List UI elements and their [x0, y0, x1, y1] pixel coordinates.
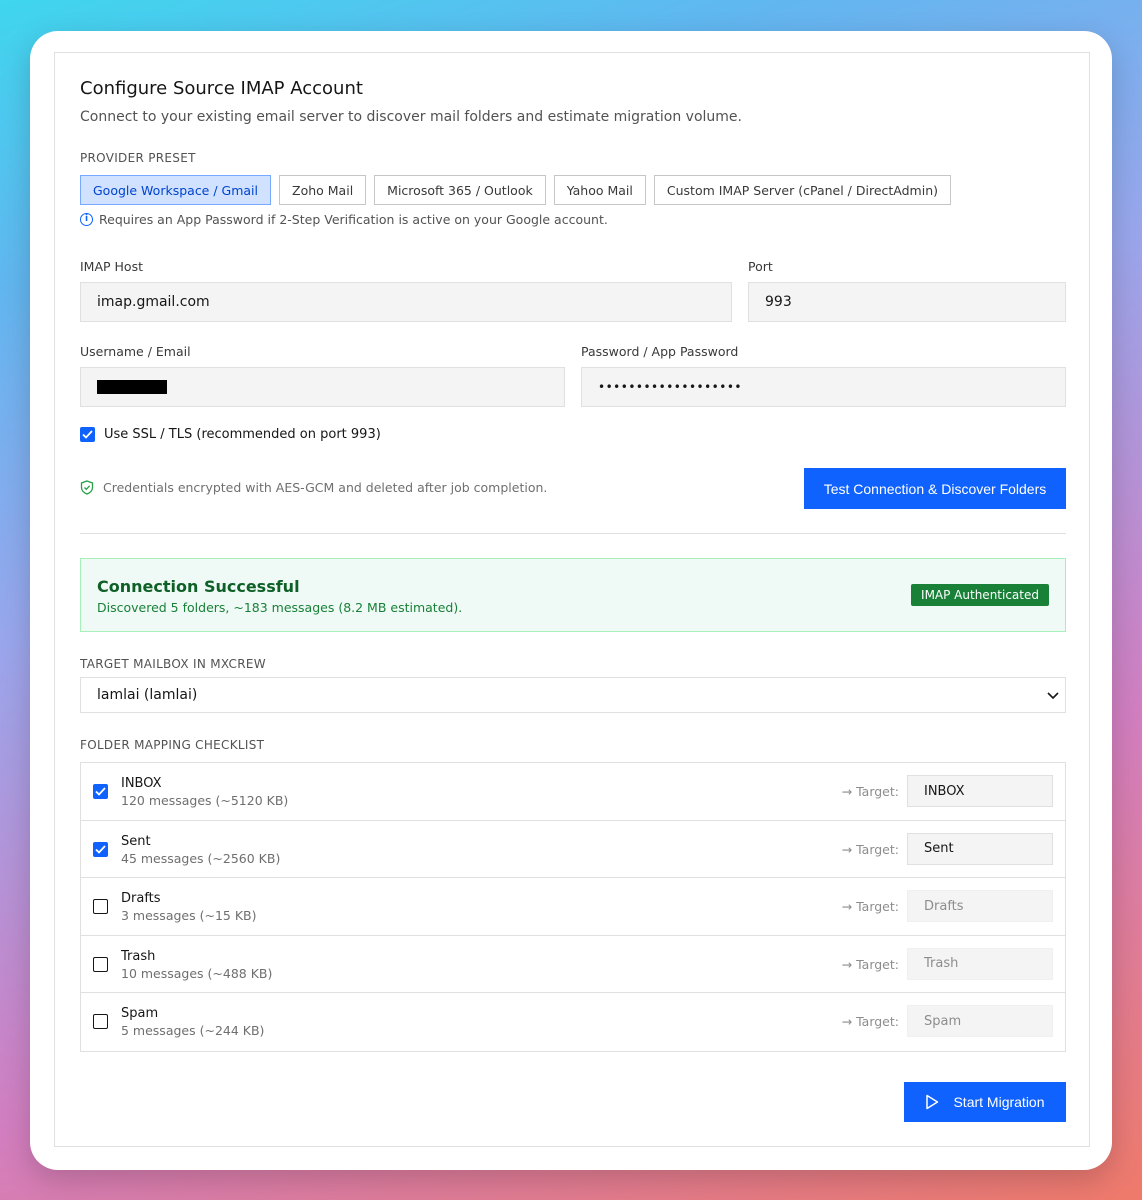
status-badge: IMAP Authenticated — [911, 584, 1049, 606]
preset-zoho[interactable]: Zoho Mail — [279, 175, 367, 205]
redacted-username — [97, 380, 167, 394]
folder-mapping-list: INBOX 120 messages (~5120 KB) → Target: … — [80, 762, 1066, 1052]
folder-count: 5 messages (~244 KB) — [121, 1023, 265, 1039]
provider-preset-label: PROVIDER PRESET — [80, 151, 196, 165]
target-mailbox-value: lamlai (lamlai) — [97, 687, 198, 703]
folder-checkbox-inbox[interactable] — [93, 784, 108, 799]
password-label: Password / App Password — [581, 344, 739, 359]
password-input[interactable]: ••••••••••••••••••• — [581, 367, 1066, 407]
folder-row-drafts: Drafts 3 messages (~15 KB) → Target: Dra… — [81, 878, 1065, 936]
folder-row-spam: Spam 5 messages (~244 KB) → Target: Spam — [81, 993, 1065, 1051]
folder-target-input-trash[interactable]: Trash — [907, 947, 1053, 980]
status-details: Discovered 5 folders, ~183 messages (8.2… — [97, 600, 463, 615]
preset-microsoft[interactable]: Microsoft 365 / Outlook — [374, 175, 546, 205]
port-input[interactable]: 993 — [748, 282, 1066, 322]
folder-name: Sent — [121, 833, 151, 849]
username-label: Username / Email — [80, 344, 191, 359]
target-label: → Target: — [841, 956, 899, 972]
provider-hint-text: Requires an App Password if 2-Step Verif… — [99, 212, 608, 227]
imap-host-input[interactable]: imap.gmail.com — [80, 282, 732, 322]
folder-checkbox-trash[interactable] — [93, 956, 108, 972]
security-note-text: Credentials encrypted with AES-GCM and d… — [103, 480, 548, 495]
target-label: → Target: — [841, 899, 899, 915]
folder-target-input-inbox[interactable]: INBOX — [907, 775, 1053, 807]
chevron-down-icon — [1047, 692, 1059, 700]
ssl-option[interactable]: Use SSL / TLS (recommended on port 993) — [80, 427, 381, 442]
info-icon: i — [80, 213, 93, 226]
target-label: → Target: — [841, 784, 899, 799]
configure-panel: Configure Source IMAP Account Connect to… — [54, 52, 1090, 1147]
preset-custom-imap[interactable]: Custom IMAP Server (cPanel / DirectAdmin… — [653, 175, 952, 205]
target-mailbox-label: TARGET MAILBOX IN MXCREW — [80, 657, 266, 671]
start-migration-button[interactable]: Start Migration — [904, 1082, 1066, 1122]
folder-name: Spam — [121, 1006, 159, 1022]
folder-row-inbox: INBOX 120 messages (~5120 KB) → Target: … — [81, 763, 1065, 821]
ssl-checkbox[interactable] — [80, 427, 95, 442]
folder-target-input-sent[interactable]: Sent — [907, 832, 1053, 865]
status-title: Connection Successful — [97, 577, 300, 596]
username-input[interactable] — [80, 367, 565, 407]
shield-check-icon — [80, 480, 94, 495]
folder-checkbox-drafts[interactable] — [93, 899, 108, 915]
security-note: Credentials encrypted with AES-GCM and d… — [80, 480, 547, 495]
check-icon — [95, 844, 106, 854]
page-title: Configure Source IMAP Account — [80, 78, 363, 99]
target-label: → Target: — [841, 1014, 899, 1030]
folder-checkbox-spam[interactable] — [93, 1014, 108, 1030]
folder-checkbox-sent[interactable] — [93, 841, 108, 857]
ssl-label: Use SSL / TLS (recommended on port 993) — [104, 427, 381, 442]
preset-yahoo[interactable]: Yahoo Mail — [553, 175, 646, 205]
folder-count: 10 messages (~488 KB) — [121, 965, 273, 981]
test-connection-button[interactable]: Test Connection & Discover Folders — [804, 468, 1066, 509]
folder-name: Trash — [121, 948, 156, 964]
provider-hint: i Requires an App Password if 2-Step Ver… — [80, 212, 608, 227]
target-mailbox-select[interactable]: lamlai (lamlai) — [80, 677, 1066, 713]
start-migration-label: Start Migration — [953, 1094, 1045, 1110]
folder-count: 3 messages (~15 KB) — [121, 908, 257, 924]
check-icon — [95, 787, 106, 796]
folder-target-input-drafts[interactable]: Drafts — [907, 890, 1053, 923]
preset-google[interactable]: Google Workspace / Gmail — [80, 175, 272, 205]
folder-count: 45 messages (~2560 KB) — [121, 850, 281, 866]
folder-row-trash: Trash 10 messages (~488 KB) → Target: Tr… — [81, 935, 1065, 994]
imap-host-label: IMAP Host — [80, 259, 143, 274]
section-divider — [80, 533, 1066, 534]
page-subtitle: Connect to your existing email server to… — [80, 109, 742, 125]
folder-count: 120 messages (~5120 KB) — [121, 793, 289, 808]
port-label: Port — [748, 259, 773, 274]
folder-name: INBOX — [121, 776, 162, 791]
play-icon — [926, 1094, 939, 1110]
folder-target-input-spam[interactable]: Spam — [907, 1005, 1053, 1038]
check-icon — [82, 430, 93, 439]
main-card: Configure Source IMAP Account Connect to… — [30, 31, 1112, 1170]
target-label: → Target: — [841, 841, 899, 857]
folder-mapping-label: FOLDER MAPPING CHECKLIST — [80, 738, 265, 752]
connection-status-banner: Connection Successful Discovered 5 folde… — [80, 558, 1066, 632]
provider-preset-group: Google Workspace / Gmail Zoho Mail Micro… — [80, 175, 952, 205]
folder-name: Drafts — [121, 891, 161, 907]
folder-row-sent: Sent 45 messages (~2560 KB) → Target: Se… — [81, 820, 1065, 879]
